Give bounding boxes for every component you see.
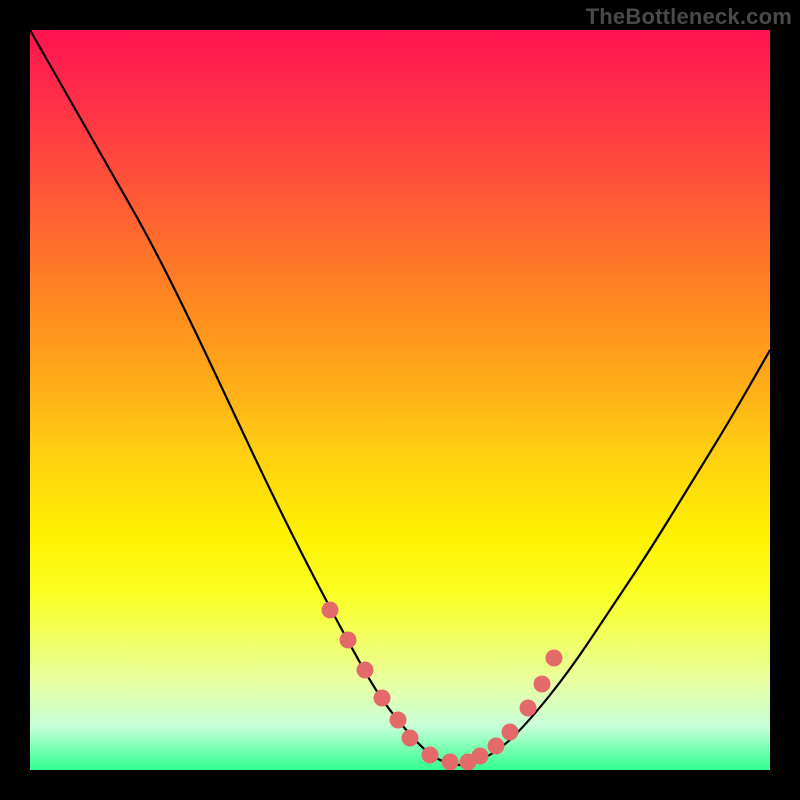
- highlight-dot: [402, 730, 419, 747]
- highlight-dot: [472, 748, 489, 765]
- curve-svg: [30, 30, 770, 770]
- highlight-dot: [546, 650, 563, 667]
- chart-container: TheBottleneck.com: [0, 0, 800, 800]
- highlight-dot: [442, 754, 459, 771]
- highlight-dot: [390, 712, 407, 729]
- bottleneck-curve: [30, 30, 770, 765]
- highlight-dot: [520, 700, 537, 717]
- highlight-dot: [374, 690, 391, 707]
- highlight-dots-group: [322, 602, 563, 771]
- highlight-dot: [340, 632, 357, 649]
- highlight-dot: [322, 602, 339, 619]
- plot-area: [30, 30, 770, 770]
- highlight-dot: [488, 738, 505, 755]
- highlight-dot: [534, 676, 551, 693]
- watermark-text: TheBottleneck.com: [586, 4, 792, 30]
- highlight-dot: [357, 662, 374, 679]
- highlight-dot: [422, 747, 439, 764]
- highlight-dot: [502, 724, 519, 741]
